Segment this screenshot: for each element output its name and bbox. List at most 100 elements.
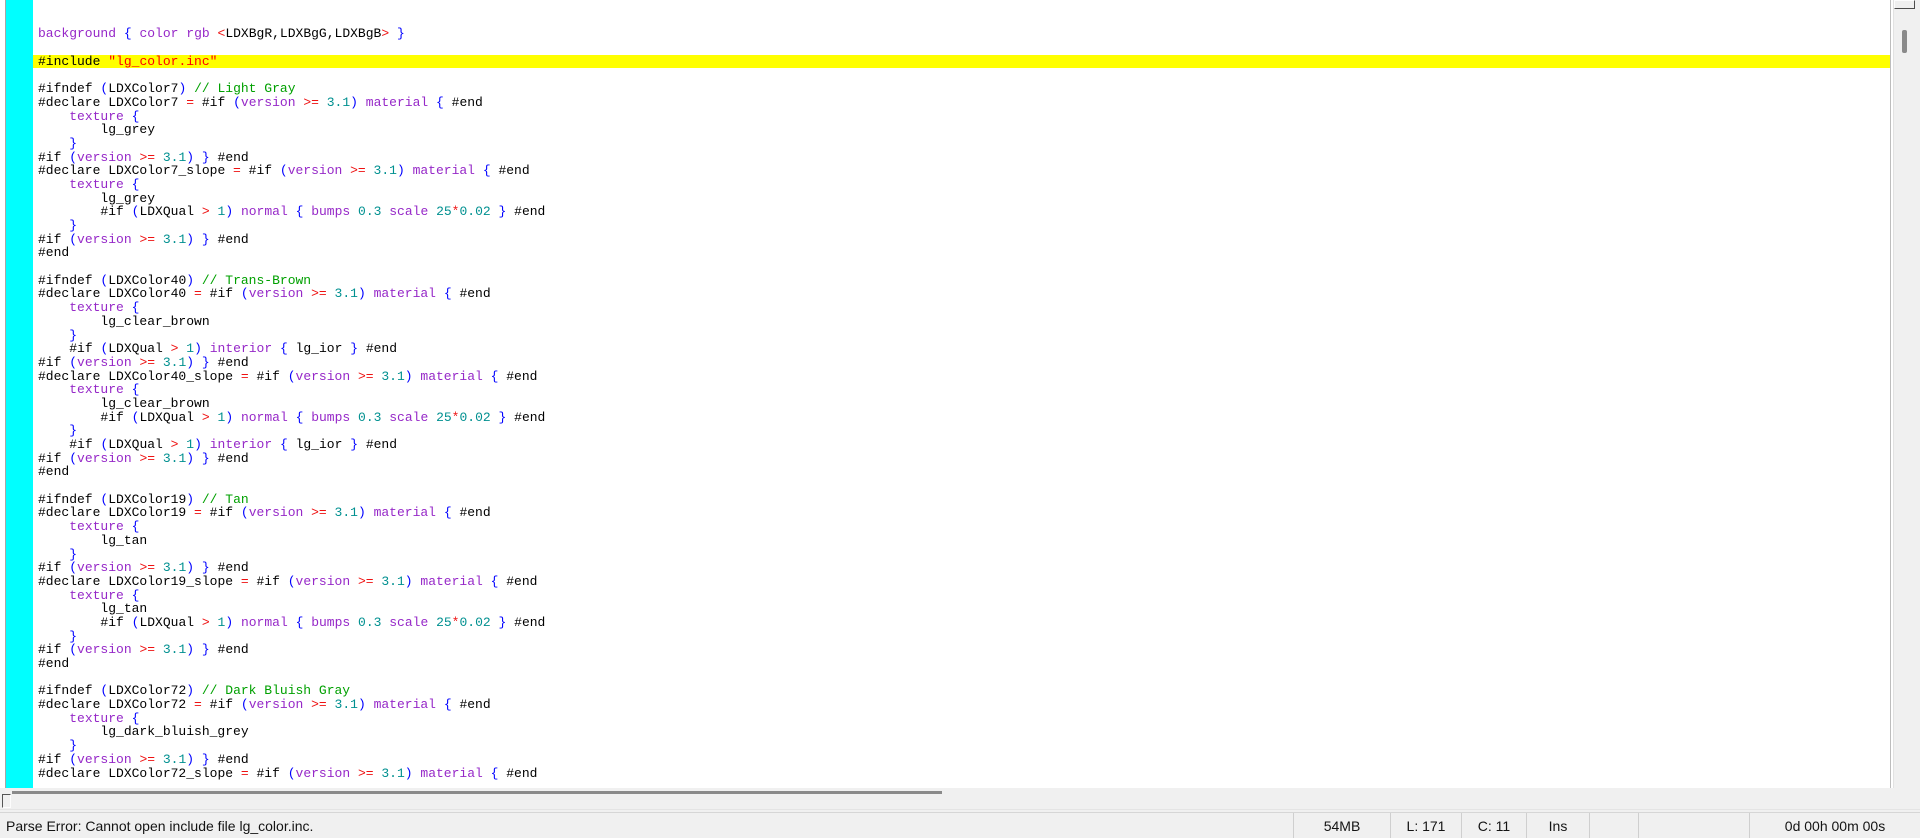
code-segment: ) xyxy=(350,95,358,110)
code-segment: { xyxy=(483,163,491,178)
code-segment: } xyxy=(202,232,210,247)
code-segment xyxy=(210,642,218,657)
code-segment: >= xyxy=(139,232,155,247)
code-segment: ) xyxy=(358,697,366,712)
code-line: #declare LDXColor40 = #if (version >= 3.… xyxy=(33,287,1890,301)
code-segment: #end xyxy=(514,410,545,425)
code-line: lg_grey xyxy=(33,192,1890,206)
code-segment xyxy=(428,615,436,630)
code-segment: ) xyxy=(225,410,233,425)
code-segment: LDXBgR,LDXBgG,LDXBgB xyxy=(225,26,381,41)
code-line: lg_tan xyxy=(33,602,1890,616)
code-segment: ) xyxy=(405,766,413,781)
splitter-handle-icon[interactable] xyxy=(2,794,11,808)
code-segment xyxy=(210,451,218,466)
code-segment: } xyxy=(202,642,210,657)
code-area[interactable]: background { color rgb <LDXBgR,LDXBgG,LD… xyxy=(33,0,1891,788)
code-segment: 3.1 xyxy=(381,574,404,589)
code-line: #declare LDXColor19_slope = #if (version… xyxy=(33,575,1890,589)
code-segment xyxy=(124,615,132,630)
code-segment: #end xyxy=(366,341,397,356)
code-segment xyxy=(483,766,491,781)
code-segment: #if xyxy=(256,369,279,384)
status-cell-timer: 0d 00h 00m 00s xyxy=(1749,813,1920,838)
horizontal-scrollbar-thumb[interactable] xyxy=(12,791,942,794)
code-segment xyxy=(350,615,358,630)
code-line: } xyxy=(33,137,1890,151)
code-segment: 0.3 xyxy=(358,615,381,630)
code-segment: 0.02 xyxy=(459,615,490,630)
status-cell-line: L: 171 xyxy=(1390,813,1461,838)
vertical-scrollbar-thumb[interactable] xyxy=(1902,30,1907,53)
code-line: #ifndef (LDXColor7) // Light Gray xyxy=(33,82,1890,96)
code-line: } xyxy=(33,739,1890,753)
code-segment xyxy=(389,26,397,41)
code-segment: LDXColor72_slope xyxy=(100,766,240,781)
code-line: #declare LDXColor72_slope = #if (version… xyxy=(33,767,1890,781)
code-line xyxy=(33,671,1890,685)
code-segment xyxy=(483,369,491,384)
vertical-scrollbar[interactable] xyxy=(1893,0,1920,812)
code-segment: = xyxy=(233,163,241,178)
code-segment: 25 xyxy=(436,410,452,425)
code-segment: ) xyxy=(186,232,194,247)
code-segment: { xyxy=(280,341,288,356)
code-segment xyxy=(350,766,358,781)
code-segment: = xyxy=(186,95,194,110)
code-segment: lg_ior xyxy=(288,341,350,356)
code-segment xyxy=(475,163,483,178)
code-segment: } xyxy=(350,341,358,356)
status-cell-empty-1 xyxy=(1589,813,1638,838)
code-line: #ifndef (LDXColor72) // Dark Bluish Gray xyxy=(33,684,1890,698)
code-segment: material xyxy=(420,369,482,384)
code-line: texture { xyxy=(33,178,1890,192)
code-segment: bumps xyxy=(311,204,350,219)
code-line: #declare LDXColor7_slope = #if (version … xyxy=(33,164,1890,178)
code-line: #if (version >= 3.1) } #end xyxy=(33,356,1890,370)
code-segment: = xyxy=(241,766,249,781)
code-segment: "lg_color.inc" xyxy=(108,54,217,69)
code-segment: material xyxy=(374,697,436,712)
code-segment: { xyxy=(444,697,452,712)
code-segment xyxy=(210,615,218,630)
code-segment: ) xyxy=(358,505,366,520)
code-segment: #declare xyxy=(38,766,100,781)
code-segment: ( xyxy=(69,232,77,247)
code-segment xyxy=(491,615,499,630)
code-line: background { color rgb <LDXBgR,LDXBgG,LD… xyxy=(33,27,1890,41)
code-segment: >= xyxy=(358,766,374,781)
horizontal-scrollbar[interactable] xyxy=(0,788,1920,812)
code-line: texture { xyxy=(33,110,1890,124)
code-segment: #end xyxy=(514,204,545,219)
code-segment: ) xyxy=(397,163,405,178)
code-segment: version xyxy=(296,369,351,384)
code-segment xyxy=(272,437,280,452)
code-line: #if (version >= 3.1) } #end xyxy=(33,561,1890,575)
code-segment xyxy=(436,505,444,520)
highlighted-code-line: #include "lg_color.inc" xyxy=(33,55,1890,69)
code-segment xyxy=(491,204,499,219)
status-cell-insert-mode: Ins xyxy=(1526,813,1589,838)
code-segment: LDXQual xyxy=(139,410,201,425)
code-segment xyxy=(327,286,335,301)
code-line: lg_clear_brown xyxy=(33,397,1890,411)
code-segment: #if xyxy=(100,615,123,630)
code-segment: version xyxy=(77,642,132,657)
code-segment xyxy=(358,437,366,452)
code-segment: ( xyxy=(241,697,249,712)
code-segment xyxy=(366,505,374,520)
code-line xyxy=(33,0,1890,14)
code-segment: >= xyxy=(139,642,155,657)
editor-gutter[interactable] xyxy=(6,0,33,788)
code-segment: material xyxy=(413,163,475,178)
splitter-handle-icon[interactable] xyxy=(1894,0,1915,9)
code-segment xyxy=(155,451,163,466)
editor-window: background { color rgb <LDXBgR,LDXBgG,LD… xyxy=(0,0,1920,788)
code-segment: LDXQual xyxy=(139,615,201,630)
code-segment xyxy=(210,410,218,425)
code-segment: > xyxy=(202,615,210,630)
code-line: #if (LDXQual > 1) interior { lg_ior } #e… xyxy=(33,342,1890,356)
code-segment: normal xyxy=(241,615,288,630)
code-line: #if (LDXQual > 1) normal { bumps 0.3 sca… xyxy=(33,205,1890,219)
code-segment xyxy=(303,505,311,520)
